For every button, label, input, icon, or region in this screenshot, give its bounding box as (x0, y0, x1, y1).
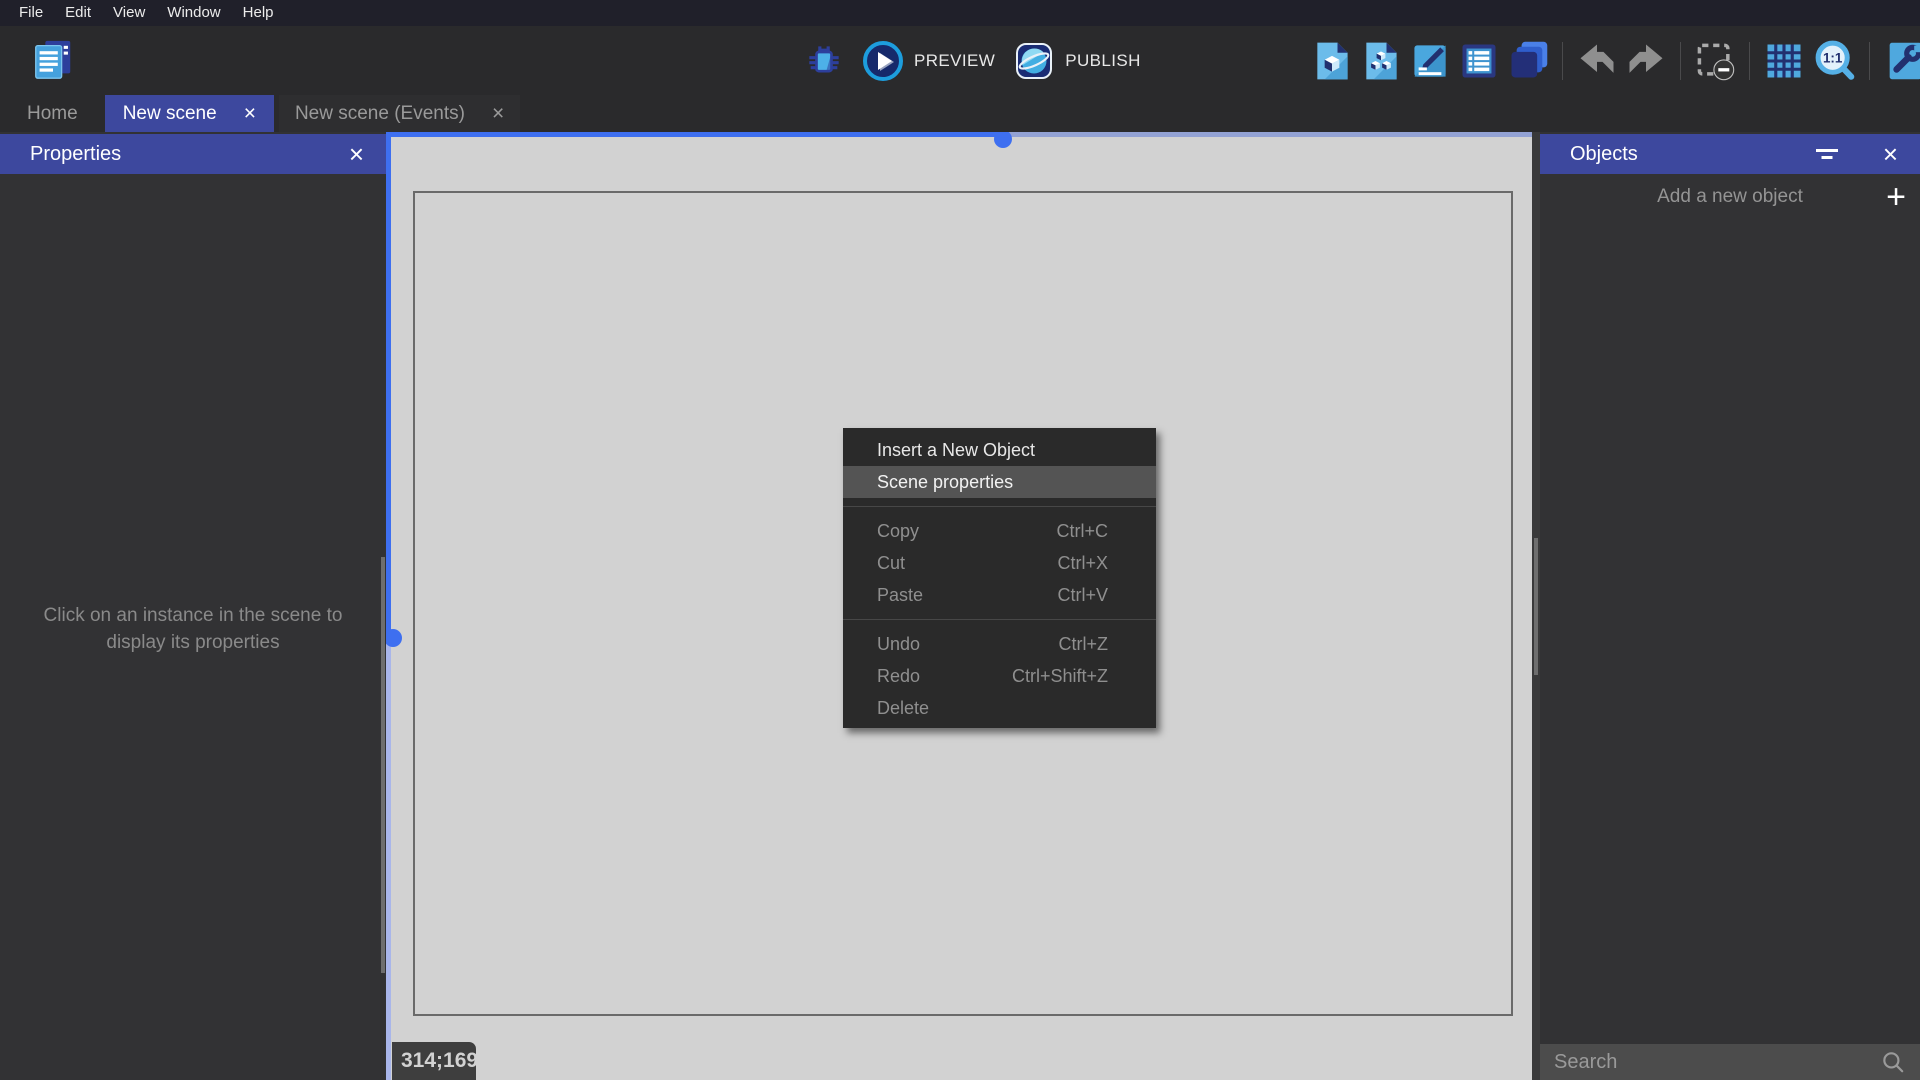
menu-view[interactable]: View (102, 0, 156, 26)
plus-icon[interactable]: + (1886, 174, 1906, 220)
context-menu-item-undo[interactable]: UndoCtrl+Z (843, 628, 1156, 660)
tab-bar: Home New scene × New scene (Events) × (0, 95, 1920, 132)
debugger-bug-icon[interactable] (804, 41, 844, 81)
properties-panel-header: Properties × (0, 134, 386, 174)
menu-bar: File Edit View Window Help (0, 0, 1920, 26)
canvas-right-scrollbar[interactable] (1532, 132, 1540, 1080)
toolbar-separator (1869, 42, 1870, 80)
search-icon (1880, 1049, 1906, 1075)
zoom-1-1-icon[interactable]: 1:1 (1811, 38, 1857, 84)
launch-buttons: PREVIEW PUBLISH (804, 26, 1141, 95)
redo-icon[interactable] (1624, 39, 1668, 83)
tab-new-scene-events-label: New scene (Events) (295, 103, 465, 125)
scene-canvas[interactable]: Insert a New Object Scene properties Cop… (386, 132, 1532, 1080)
publish-button[interactable]: PUBLISH (1013, 40, 1141, 82)
preview-label: PREVIEW (914, 51, 995, 71)
menu-help[interactable]: Help (232, 0, 285, 26)
layers-icon[interactable] (1506, 39, 1550, 83)
edit-properties-icon[interactable] (1408, 39, 1452, 83)
tab-close-icon[interactable]: × (492, 103, 504, 124)
context-menu-separator (843, 506, 1156, 507)
tab-new-scene-label: New scene (123, 103, 217, 125)
clear-selection-icon[interactable] (1693, 39, 1737, 83)
objects-editor-icon[interactable] (1310, 39, 1354, 83)
context-menu-item-insert-new-object[interactable]: Insert a New Object (843, 434, 1156, 466)
tab-home-label: Home (27, 103, 78, 125)
tab-new-scene-events[interactable]: New scene (Events) × (279, 95, 520, 132)
tab-close-icon[interactable]: × (244, 103, 256, 124)
context-menu-item-paste[interactable]: PasteCtrl+V (843, 579, 1156, 611)
canvas-vertical-scrollbar[interactable] (386, 132, 391, 1080)
publish-label: PUBLISH (1065, 51, 1141, 71)
preview-button[interactable]: PREVIEW (862, 40, 995, 82)
main-toolbar: PREVIEW PUBLISH (0, 26, 1920, 95)
objects-search-bar (1540, 1044, 1920, 1080)
close-icon[interactable]: × (327, 134, 386, 174)
menu-edit[interactable]: Edit (54, 0, 102, 26)
properties-panel-title: Properties (0, 143, 327, 166)
svg-text:1:1: 1:1 (1823, 50, 1843, 65)
editor-toolbar-icons: 1:1 (1310, 26, 1920, 95)
properties-scrollbar[interactable] (381, 557, 385, 973)
toolbar-separator (1749, 42, 1750, 80)
properties-panel: Properties × Click on an instance in the… (0, 132, 386, 1080)
grid-icon[interactable] (1762, 39, 1806, 83)
context-menu-item-scene-properties[interactable]: Scene properties (843, 466, 1156, 498)
search-input[interactable] (1554, 1051, 1880, 1074)
context-menu-item-redo[interactable]: RedoCtrl+Shift+Z (843, 660, 1156, 692)
menu-file[interactable]: File (8, 0, 54, 26)
vscroll-thumb[interactable] (386, 629, 402, 647)
menu-window[interactable]: Window (156, 0, 231, 26)
project-manager-icon[interactable] (30, 37, 76, 83)
objects-panel: Objects × Add a new object + (1540, 132, 1920, 1080)
add-new-object-label: Add a new object (1657, 186, 1803, 208)
tab-home[interactable]: Home (0, 95, 105, 132)
objects-panel-header: Objects × (1540, 134, 1920, 174)
context-menu-item-cut[interactable]: CutCtrl+X (843, 547, 1156, 579)
toolbar-separator (1680, 42, 1681, 80)
context-menu-separator (843, 619, 1156, 620)
objects-list-empty-area (1540, 220, 1920, 1044)
close-icon[interactable]: × (1861, 134, 1920, 174)
context-menu-item-copy[interactable]: CopyCtrl+C (843, 515, 1156, 547)
undo-icon[interactable] (1575, 39, 1619, 83)
main-area: Properties × Click on an instance in the… (0, 132, 1920, 1080)
canvas-right-scrollbar-thumb[interactable] (1534, 538, 1538, 675)
gdevelop-window: File Edit View Window Help (0, 0, 1920, 1080)
scene-settings-wrench-icon[interactable] (1882, 38, 1920, 84)
toolbar-separator (1562, 42, 1563, 80)
context-menu-item-delete[interactable]: Delete (843, 692, 1156, 724)
canvas-horizontal-scrollbar[interactable] (386, 132, 1532, 137)
cursor-coordinates-badge: 314;169 (392, 1042, 476, 1080)
tab-new-scene[interactable]: New scene × (105, 95, 274, 132)
hscroll-thumb[interactable] (994, 132, 1012, 148)
publish-planet-icon (1013, 40, 1055, 82)
context-menu: Insert a New Object Scene properties Cop… (843, 428, 1156, 728)
instances-list-icon[interactable] (1457, 39, 1501, 83)
object-groups-icon[interactable] (1359, 39, 1403, 83)
add-new-object-row[interactable]: Add a new object + (1540, 174, 1920, 220)
properties-empty-message: Click on an instance in the scene to dis… (0, 602, 386, 656)
objects-panel-title: Objects (1540, 143, 1815, 166)
preview-play-icon (862, 40, 904, 82)
filter-icon[interactable] (1815, 147, 1839, 161)
